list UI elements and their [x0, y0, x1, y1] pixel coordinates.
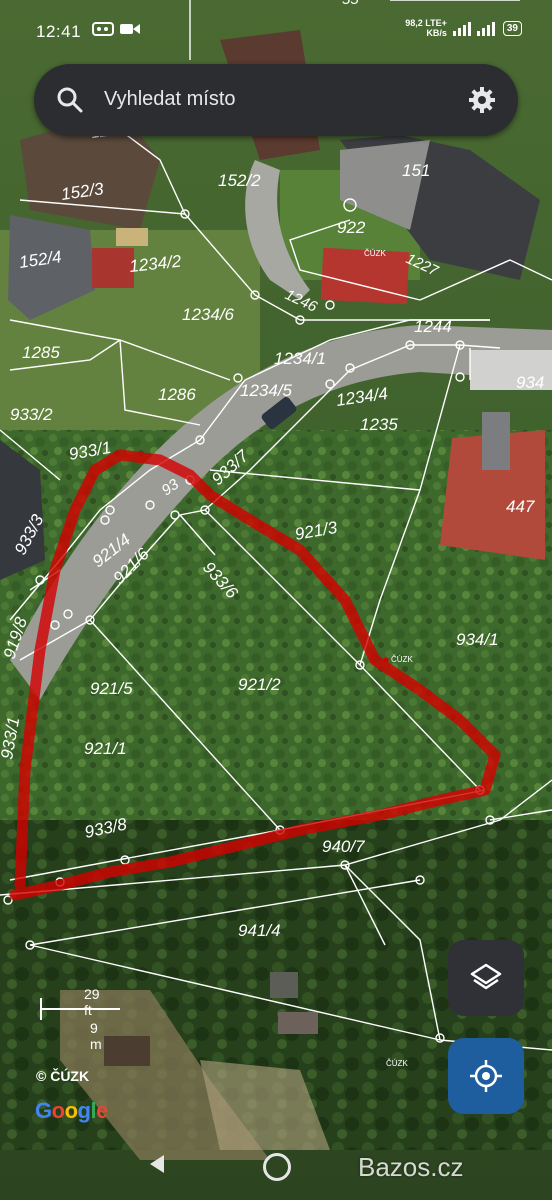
- parcel-label: 1234/1: [274, 349, 326, 368]
- message-icon: [92, 22, 114, 36]
- google-letter: e: [96, 1098, 108, 1123]
- building-red-roof: [92, 248, 134, 288]
- home-icon[interactable]: [263, 1153, 291, 1181]
- parcel-label: 447: [506, 497, 535, 516]
- parcel-label: 1244: [414, 317, 452, 336]
- google-logo: Google: [35, 1098, 108, 1124]
- parcel-label: 921/1: [84, 739, 127, 758]
- status-time: 12:41: [36, 22, 82, 41]
- google-letter: o: [51, 1098, 65, 1123]
- building-shed: [116, 228, 148, 246]
- parcel-label: 1234/6: [182, 305, 235, 324]
- parcel-label: 152/2: [218, 171, 261, 190]
- my-location-button[interactable]: [448, 1038, 524, 1114]
- video-icon: [120, 24, 140, 34]
- my-location-icon: [470, 1060, 502, 1092]
- parcel-label: 934: [516, 373, 544, 392]
- back-icon[interactable]: [150, 1155, 164, 1173]
- watermark: Bazos.cz: [358, 1152, 464, 1183]
- status-icons: [92, 22, 140, 36]
- watermark-text: Bazos.cz: [358, 1152, 464, 1182]
- status-right: 98,2 LTE+ KB/s 39: [405, 18, 522, 38]
- google-letter: o: [64, 1098, 78, 1123]
- google-letter: G: [35, 1098, 52, 1123]
- cuzk-marker: ČÚZK: [391, 655, 413, 664]
- cuzk-marker: ČÚZK: [364, 249, 386, 258]
- building-gray: [482, 412, 510, 470]
- small-building: [104, 1036, 150, 1066]
- parcel-label: 941/4: [238, 921, 281, 940]
- search-icon[interactable]: [56, 86, 84, 114]
- small-building: [278, 1012, 318, 1034]
- google-letter: g: [77, 1098, 91, 1123]
- map-view[interactable]: 152/3 152/2 151 922 152/4 1234/2 1227 12…: [0, 0, 552, 1200]
- search-input[interactable]: Vyhledat místo: [104, 88, 236, 111]
- map-copyright: © ČÚZK: [36, 1068, 90, 1084]
- small-building: [270, 972, 298, 998]
- parcel-label: 940/7: [322, 837, 365, 856]
- search-bar[interactable]: Vyhledat místo: [34, 64, 518, 136]
- parcel-label: 921/2: [238, 675, 281, 694]
- status-bar: 12:41 98,2 LTE+ KB/s 39: [0, 0, 552, 58]
- layers-button[interactable]: [448, 940, 524, 1016]
- parcel-label: 922: [337, 218, 366, 237]
- parcel-label: 1286: [158, 385, 196, 404]
- scale-feet: 29 ft: [84, 986, 100, 1018]
- scale-meters: 9 m: [90, 1020, 102, 1052]
- layers-icon: [470, 963, 502, 990]
- battery-indicator: 39: [502, 20, 522, 36]
- signal-icon: [452, 22, 495, 36]
- parcel-label: 1235: [360, 415, 398, 434]
- parcel-label: 151: [402, 161, 430, 180]
- parcel-label: 933/2: [10, 405, 53, 424]
- parcel-label: 1285: [22, 343, 60, 362]
- parcel-label: 934/1: [456, 630, 499, 649]
- cuzk-marker: ČÚZK: [386, 1059, 408, 1068]
- network-speed: 98,2 LTE+ KB/s: [405, 18, 447, 38]
- scale-bar: [40, 1008, 120, 1010]
- gear-icon[interactable]: [468, 86, 496, 114]
- parcel-label: 1234/5: [240, 381, 293, 400]
- parcel-label: 921/5: [90, 679, 133, 698]
